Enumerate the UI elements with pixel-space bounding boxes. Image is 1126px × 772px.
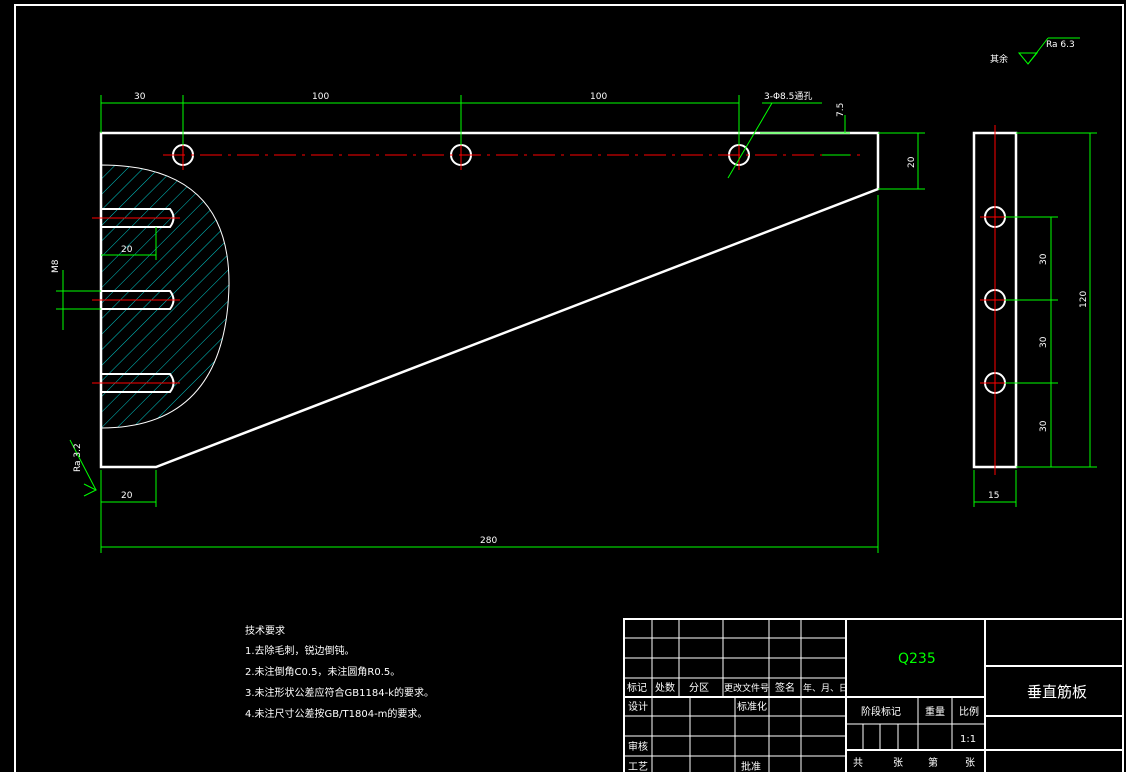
dim-30: 30	[134, 92, 146, 102]
dim-side-30-a: 30	[1039, 253, 1049, 265]
tech-line: 4.未注尺寸公差按GB/T1804-m的要求。	[245, 707, 427, 720]
technical-requirements: 技术要求 1.去除毛刺，锐边倒钝。 2.未注倒角C0.5，未注圆角R0.5。 3…	[245, 624, 434, 720]
tb-total: 共	[853, 757, 863, 769]
tech-title: 技术要求	[245, 624, 285, 637]
dim-side-30-c: 30	[1039, 420, 1049, 432]
dim-7-5: 7.5	[836, 103, 846, 117]
tb-sheet-no: 第	[928, 756, 938, 769]
side-dimension-lines	[973, 132, 1097, 507]
dim-m8: M8	[51, 259, 61, 273]
tb-process: 工艺	[628, 761, 648, 772]
dim-side-15: 15	[988, 491, 999, 501]
dim-20-slot: 20	[121, 245, 133, 255]
main-view	[56, 95, 925, 553]
tb-design: 设计	[628, 700, 648, 713]
engineering-drawing: 其余 Ra 6.3 Ra 3.2 30 100 100 3-Φ8.5通孔 7.5…	[14, 4, 1124, 772]
section-hatch	[100, 164, 230, 429]
tb-review: 审核	[628, 740, 648, 753]
dim-20-bottom: 20	[121, 491, 133, 501]
tb-weight: 重量	[925, 705, 945, 718]
dim-100-b: 100	[590, 92, 607, 102]
dim-holes: 3-Φ8.5通孔	[764, 91, 812, 102]
tb-header: 年、月、日	[803, 682, 848, 694]
tb-stage-mark: 阶段标记	[861, 705, 901, 718]
tb-scale: 比例	[959, 705, 979, 718]
tb-scale-value: 1:1	[960, 734, 976, 745]
roughness-rest-value: Ra 6.3	[1046, 40, 1075, 50]
tb-header: 签名	[775, 681, 795, 694]
dim-20-right: 20	[907, 156, 917, 168]
tech-line: 3.未注形状公差应符合GB1184-k的要求。	[245, 686, 434, 699]
roughness-left-value: Ra 3.2	[73, 443, 83, 472]
roughness-rest-label: 其余	[990, 53, 1008, 65]
tech-line: 1.去除毛刺，锐边倒钝。	[245, 644, 355, 657]
dim-100-a: 100	[312, 92, 329, 102]
tech-line: 2.未注倒角C0.5，未注圆角R0.5。	[245, 665, 400, 678]
dim-side-120: 120	[1079, 291, 1089, 308]
tb-standardization: 标准化	[737, 700, 767, 713]
tb-part-name: 垂直筋板	[1027, 683, 1087, 701]
tb-material: Q235	[898, 651, 936, 667]
tb-sheets: 张	[893, 757, 903, 769]
hole-centerline	[163, 140, 860, 170]
tb-header: 更改文件号	[724, 682, 769, 694]
dim-280: 280	[480, 536, 497, 546]
tb-header: 处数	[655, 681, 675, 694]
side-view	[972, 125, 1097, 507]
tb-header: 分区	[689, 682, 709, 694]
tb-approve: 批准	[741, 760, 761, 772]
tb-header: 标记	[627, 682, 647, 694]
dim-side-30-b: 30	[1039, 336, 1049, 348]
tb-sheet-word: 张	[965, 757, 975, 769]
